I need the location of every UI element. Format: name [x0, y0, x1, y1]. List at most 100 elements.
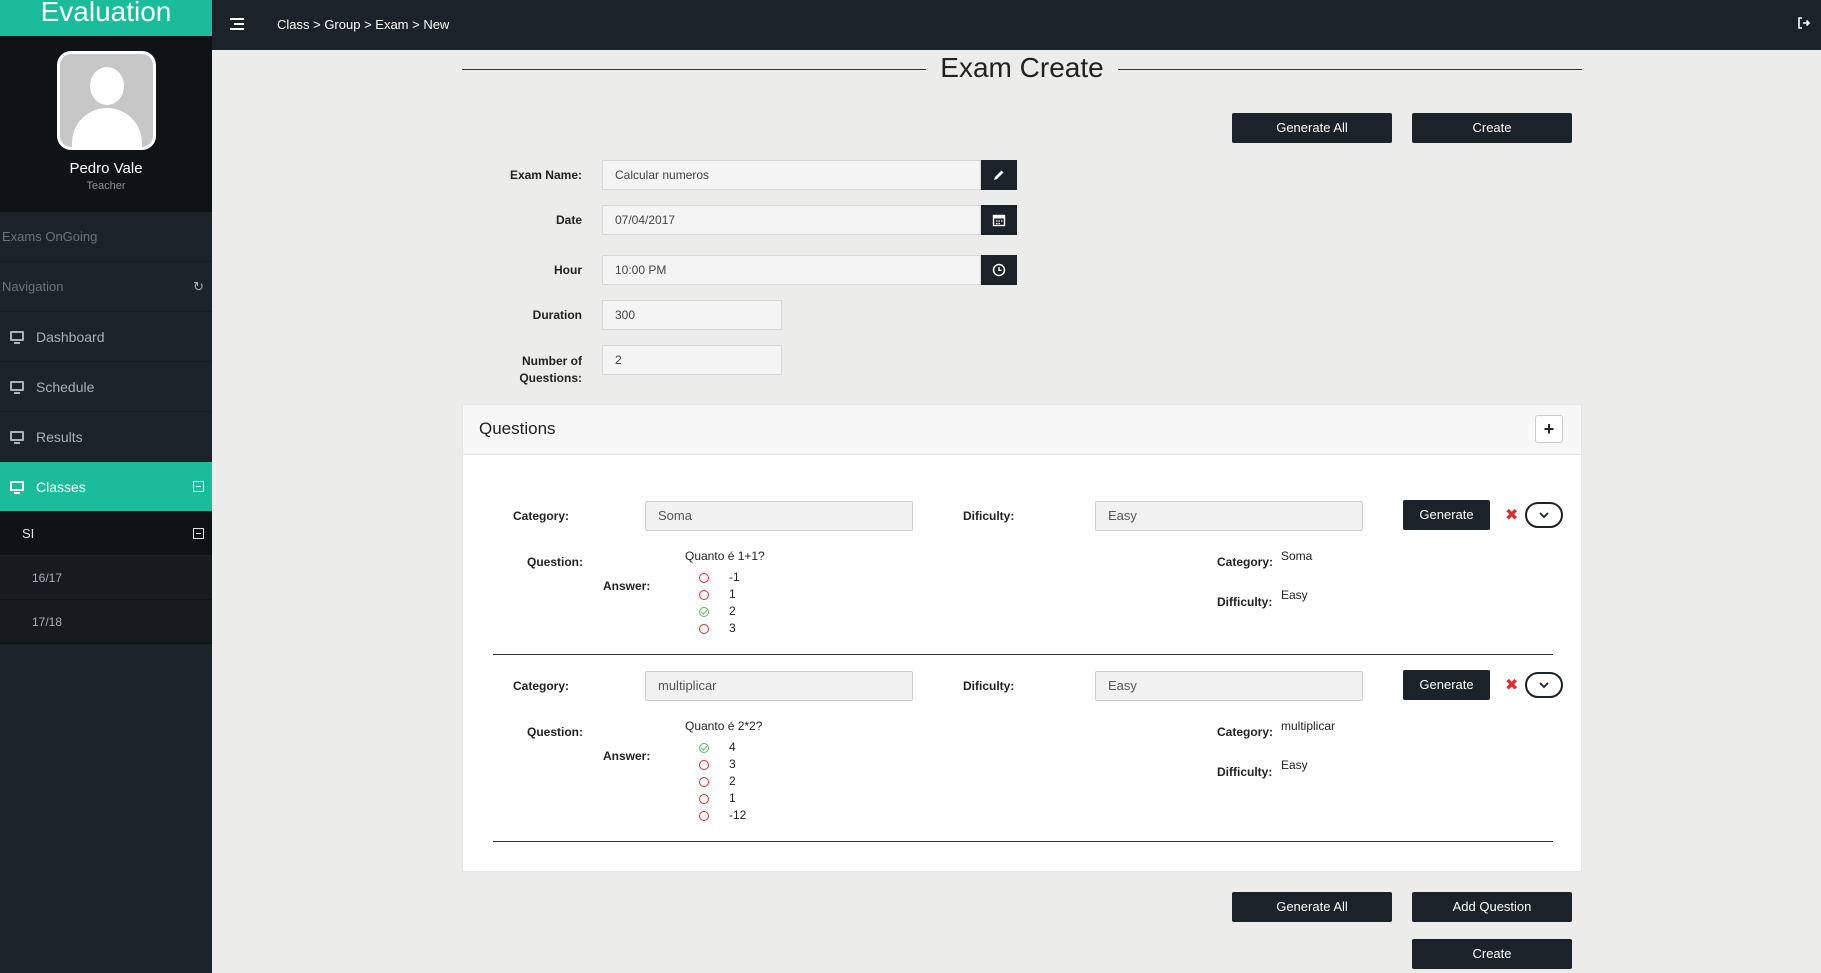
answer-item: 2	[685, 603, 740, 620]
answer-label: Answer:	[603, 749, 651, 763]
menu-toggle-icon[interactable]	[230, 18, 244, 30]
calendar-icon	[992, 214, 1006, 227]
calendar-button[interactable]	[981, 205, 1017, 235]
sidebar-item-results[interactable]: Results	[0, 412, 212, 462]
num-questions-input[interactable]: 2	[602, 345, 782, 375]
navigation-section: Navigation ↻	[0, 262, 212, 312]
user-role: Teacher	[86, 180, 126, 192]
monitor-icon	[10, 481, 24, 495]
generate-all-button-bottom[interactable]: Generate All	[1232, 892, 1392, 922]
sidebar-item-label: Schedule	[36, 379, 95, 395]
hour-label: Hour	[554, 263, 582, 277]
avatar[interactable]	[56, 51, 156, 150]
wrong-answer-icon	[699, 811, 709, 821]
sidebar-item-label: Results	[36, 429, 83, 445]
category-label: Category:	[513, 509, 570, 523]
logout-icon[interactable]	[1797, 16, 1811, 30]
answer-item: -12	[685, 807, 746, 824]
date-label: Date	[555, 213, 582, 227]
sidebar: Evaluation Pedro Vale Teacher Exams OnGo…	[0, 0, 212, 973]
questions-header: Questions +	[463, 405, 1581, 455]
title-row: Exam Create	[462, 50, 1582, 90]
sidebar-year-1617[interactable]: 16/17	[0, 556, 212, 600]
dificulty-input[interactable]: Easy	[1095, 501, 1363, 531]
exam-name-label: Exam Name:	[509, 168, 582, 182]
dificulty-input[interactable]: Easy	[1095, 671, 1363, 701]
questions-title: Questions	[479, 419, 556, 438]
question-divider	[493, 654, 1553, 655]
num-questions-label: Number of Questions:	[519, 354, 582, 385]
create-button-bottom[interactable]: Create	[1412, 939, 1572, 969]
answer-label: Answer:	[603, 579, 651, 593]
exams-ongoing-section[interactable]: Exams OnGoing	[0, 212, 212, 262]
answer-item: -1	[685, 569, 740, 586]
create-button-top[interactable]: Create	[1412, 113, 1572, 143]
monitor-icon	[10, 381, 24, 395]
expand-button[interactable]	[1525, 502, 1563, 528]
topbar: Class > Group > Exam > New	[212, 0, 1821, 50]
answer-item: 3	[685, 620, 740, 637]
duration-label: Duration	[532, 308, 582, 322]
info-category-value: multiplicar	[1281, 719, 1336, 733]
wrong-answer-icon	[699, 590, 709, 600]
date-input[interactable]: 07/04/2017	[602, 205, 981, 235]
hour-input[interactable]: 10:00 PM	[602, 255, 981, 285]
question-divider	[493, 841, 1553, 842]
sidebar-year-1718[interactable]: 17/18	[0, 600, 212, 644]
clock-icon	[992, 263, 1006, 277]
monitor-icon	[10, 331, 24, 345]
sidebar-item-dashboard[interactable]: Dashboard	[0, 312, 212, 362]
dificulty-label: Dificulty:	[963, 509, 1015, 523]
answer-item: 1	[685, 586, 740, 603]
add-question-button[interactable]: Add Question	[1412, 892, 1572, 922]
wrong-answer-icon	[699, 794, 709, 804]
sidebar-subitem-label: SI	[22, 526, 35, 541]
question-label: Question:	[527, 725, 583, 739]
info-category-label: Category:	[1217, 555, 1274, 569]
user-name: Pedro Vale	[69, 160, 143, 177]
info-difficulty-value: Easy	[1281, 588, 1308, 602]
plus-icon[interactable]: +	[1535, 415, 1563, 443]
questions-panel: Questions + Category: Soma Dificulty: Ea…	[462, 404, 1582, 872]
generate-button[interactable]: Generate	[1403, 670, 1490, 700]
wrong-answer-icon	[699, 573, 709, 583]
brand-title[interactable]: Evaluation	[0, 0, 212, 36]
sidebar-item-classes[interactable]: Classes	[0, 462, 212, 512]
clock-button[interactable]	[981, 255, 1017, 285]
generate-button[interactable]: Generate	[1403, 500, 1490, 530]
info-category-value: Soma	[1281, 549, 1313, 563]
answer-item: 1	[685, 790, 746, 807]
breadcrumb: Class > Group > Exam > New	[277, 17, 450, 32]
question-text: Quanto é 1+1?	[685, 549, 765, 563]
sidebar-subitem-si[interactable]: SI	[0, 512, 212, 556]
remove-icon[interactable]: ✖	[1505, 505, 1518, 525]
collapse-icon[interactable]	[193, 481, 204, 492]
sidebar-item-label: Classes	[36, 479, 86, 495]
user-profile: Pedro Vale Teacher	[0, 36, 212, 212]
expand-button[interactable]	[1525, 672, 1563, 698]
info-difficulty-label: Difficulty:	[1217, 765, 1273, 779]
dificulty-label: Dificulty:	[963, 679, 1015, 693]
answer-item: 2	[685, 773, 746, 790]
info-category-label: Category:	[1217, 725, 1274, 739]
refresh-icon[interactable]: ↻	[193, 262, 204, 312]
duration-input[interactable]: 300	[602, 300, 782, 330]
question-label: Question:	[527, 555, 583, 569]
page-title: Exam Create	[462, 52, 1582, 84]
info-difficulty-label: Difficulty:	[1217, 595, 1273, 609]
remove-icon[interactable]: ✖	[1505, 675, 1518, 695]
navigation-label: Navigation	[2, 279, 64, 294]
wrong-answer-icon	[699, 760, 709, 770]
sidebar-item-schedule[interactable]: Schedule	[0, 362, 212, 412]
edit-button[interactable]	[981, 160, 1017, 190]
category-input[interactable]: multiplicar	[645, 671, 913, 701]
answer-item: 3	[685, 756, 746, 773]
generate-all-button-top[interactable]: Generate All	[1232, 113, 1392, 143]
exams-ongoing-label: Exams OnGoing	[2, 229, 98, 244]
exam-name-input[interactable]: Calcular numeros	[602, 160, 981, 190]
answer-list: -1 1 2 3	[685, 569, 740, 637]
collapse-icon[interactable]	[193, 528, 204, 539]
category-input[interactable]: Soma	[645, 501, 913, 531]
chevron-down-icon	[1539, 512, 1549, 519]
answer-list: 4 3 2 1 -12	[685, 739, 746, 824]
